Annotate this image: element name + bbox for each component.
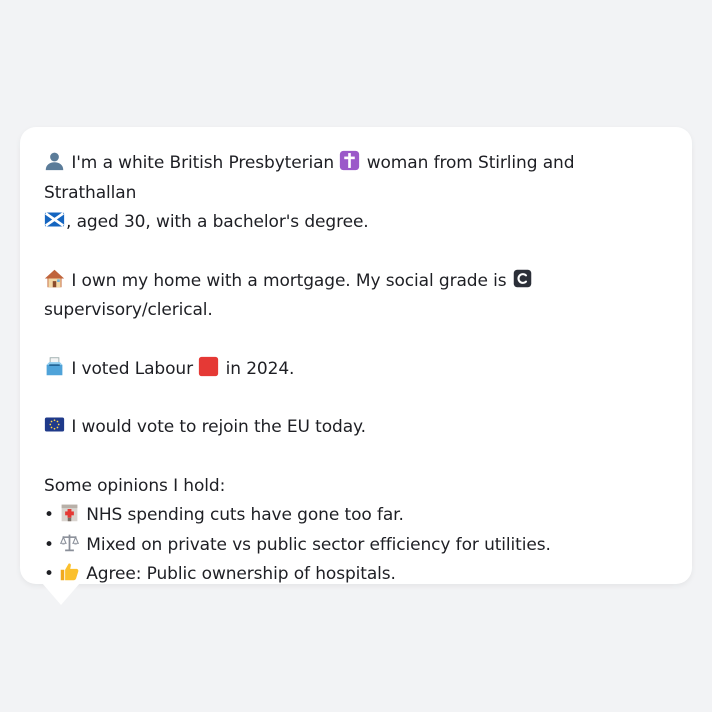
message-bubble: I'm a white British Presbyterian woman f… bbox=[20, 127, 692, 584]
scotland-flag-icon bbox=[44, 212, 65, 227]
home-text-2: supervisory/clerical. bbox=[44, 300, 213, 320]
thumbs-up-icon bbox=[60, 563, 79, 581]
bullet-marker: • bbox=[44, 564, 54, 584]
eu-flag-icon bbox=[44, 417, 65, 432]
vote-text-2: in 2024. bbox=[225, 358, 295, 379]
opinions-heading: Some opinions I hold: bbox=[44, 475, 226, 496]
opinion-text: Agree: Public ownership of hospitals. bbox=[86, 564, 396, 584]
vote-text-1: I voted Labour bbox=[71, 358, 193, 379]
person-silhouette-icon bbox=[45, 152, 64, 171]
opinion-item: • NHS spending cuts have gone too far. bbox=[44, 504, 404, 525]
hospital-icon bbox=[61, 504, 78, 522]
identity-text-1: I'm a white British Presbyterian bbox=[71, 153, 335, 173]
bubble-tail bbox=[42, 583, 80, 605]
latin-cross-icon bbox=[340, 150, 360, 171]
opinions-paragraph: Some opinions I hold: • NHS spending cut… bbox=[44, 472, 668, 590]
opinion-text: Mixed on private vs public sector effici… bbox=[86, 534, 551, 555]
identity-paragraph: I'm a white British Presbyterian woman f… bbox=[44, 149, 668, 238]
eu-paragraph: I would vote to rejoin the EU today. bbox=[44, 413, 668, 443]
scales-icon bbox=[59, 534, 79, 551]
home-paragraph: I own my home with a mortgage. My social… bbox=[44, 267, 668, 326]
eu-text: I would vote to rejoin the EU today. bbox=[71, 417, 366, 437]
opinion-item: • Mixed on private vs public sector effi… bbox=[44, 534, 551, 555]
message-text: I'm a white British Presbyterian woman f… bbox=[44, 149, 668, 590]
red-square-icon bbox=[199, 356, 219, 376]
ballot-box-icon bbox=[46, 356, 63, 375]
bullet-marker: • bbox=[44, 505, 54, 525]
bullet-marker: • bbox=[44, 534, 54, 555]
house-icon bbox=[44, 269, 65, 287]
opinion-item: • Agree: Public ownership of hospitals. bbox=[44, 563, 396, 584]
opinion-text: NHS spending cuts have gone too far. bbox=[86, 505, 404, 525]
home-text-1: I own my home with a mortgage. My social… bbox=[71, 270, 507, 291]
identity-text-3: , aged 30, with a bachelor's degree. bbox=[66, 212, 369, 232]
vote-paragraph: I voted Labour in 2024. bbox=[44, 355, 668, 385]
letter-c-icon bbox=[513, 269, 532, 287]
